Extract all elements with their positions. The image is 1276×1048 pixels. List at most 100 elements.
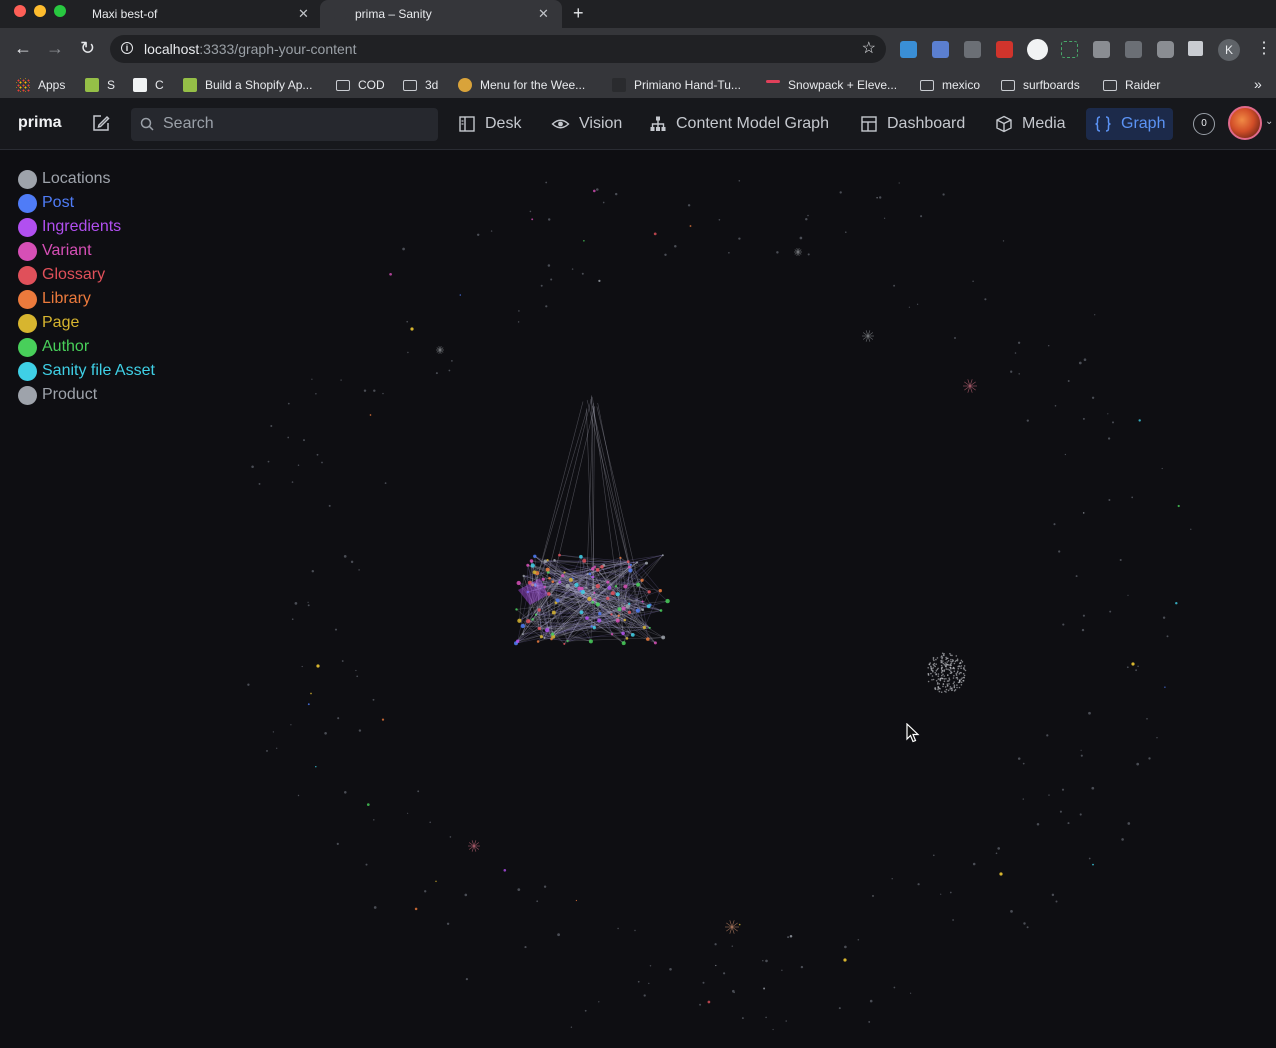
graph-node[interactable] <box>781 969 783 971</box>
graph-node[interactable] <box>592 625 596 630</box>
graph-node[interactable] <box>363 389 367 392</box>
graph-node[interactable] <box>954 337 956 339</box>
graph-node[interactable] <box>276 747 278 749</box>
graph-node[interactable] <box>762 959 764 962</box>
graph-node[interactable] <box>531 618 534 621</box>
graph-node[interactable] <box>665 598 670 604</box>
graph-node[interactable] <box>558 553 561 557</box>
graph-node[interactable] <box>615 618 620 623</box>
graph-node[interactable] <box>643 994 646 997</box>
legend-item[interactable]: Sanity file Asset <box>18 359 155 383</box>
graph-node[interactable] <box>581 272 584 275</box>
graph-node[interactable] <box>543 636 546 640</box>
legend-item[interactable]: Variant <box>18 239 155 263</box>
graph-node[interactable] <box>526 563 530 567</box>
graph-node[interactable] <box>321 461 323 464</box>
graph-node[interactable] <box>1083 358 1087 361</box>
bookmark-snowpack[interactable]: Snowpack + Eleve... <box>766 72 897 98</box>
graph-node[interactable] <box>287 436 290 439</box>
graph-node[interactable] <box>648 982 650 985</box>
graph-node[interactable] <box>647 590 651 594</box>
graph-node[interactable] <box>547 264 551 267</box>
graph-node[interactable] <box>699 1003 702 1006</box>
graph-node[interactable] <box>625 604 630 609</box>
graph-node[interactable] <box>1081 628 1085 632</box>
graph-node[interactable] <box>1082 614 1085 617</box>
node-cluster[interactable] <box>862 330 874 342</box>
graph-node[interactable] <box>1067 380 1070 382</box>
more-bookmarks-chevron-icon[interactable]: » <box>1254 76 1262 92</box>
graph-node[interactable] <box>536 640 540 643</box>
graph-node[interactable] <box>355 669 357 672</box>
close-tab-icon[interactable]: ✕ <box>298 6 309 22</box>
graph-node[interactable] <box>587 596 592 602</box>
node-cluster[interactable] <box>963 379 977 393</box>
graph-canvas[interactable]: Locations Post Ingredients Variant Glossary L… <box>0 150 1276 1048</box>
graph-node[interactable] <box>1002 240 1005 242</box>
graph-node[interactable] <box>1058 550 1061 553</box>
graph-node[interactable] <box>585 616 589 620</box>
graph-node[interactable] <box>272 731 275 733</box>
graph-node[interactable] <box>653 641 657 645</box>
node-cluster[interactable] <box>436 346 444 354</box>
graph-node[interactable] <box>707 1000 711 1004</box>
graph-node[interactable] <box>384 482 387 484</box>
graph-node[interactable] <box>532 570 537 575</box>
graph-node[interactable] <box>490 230 493 232</box>
graph-node[interactable] <box>553 558 556 562</box>
graph-node[interactable] <box>845 231 847 233</box>
graph-node[interactable] <box>857 938 860 941</box>
graph-node[interactable] <box>290 724 292 726</box>
graph-node[interactable] <box>1080 749 1082 751</box>
forward-arrow-icon[interactable]: → <box>46 38 64 59</box>
graph-node[interactable] <box>1108 499 1111 501</box>
graph-node[interactable] <box>1022 798 1025 800</box>
legend-item[interactable]: Product <box>18 383 155 407</box>
graph-node[interactable] <box>1026 419 1029 422</box>
graph-node[interactable] <box>595 602 600 607</box>
force-graph[interactable] <box>0 150 1276 1048</box>
graph-node[interactable] <box>557 933 560 937</box>
node-cluster[interactable] <box>468 840 480 852</box>
graph-node[interactable] <box>648 626 651 629</box>
graph-node[interactable] <box>414 907 418 911</box>
graph-node[interactable] <box>952 919 954 921</box>
graph-node[interactable] <box>336 842 339 846</box>
search-input[interactable]: Search <box>131 108 438 141</box>
graph-node[interactable] <box>435 372 438 375</box>
graph-node[interactable] <box>591 567 595 571</box>
graph-node[interactable] <box>617 607 622 612</box>
graph-node[interactable] <box>630 633 635 637</box>
graph-node[interactable] <box>641 600 644 603</box>
graph-node[interactable] <box>715 964 717 967</box>
graph-node[interactable] <box>1017 757 1021 760</box>
graph-node[interactable] <box>1177 504 1180 508</box>
graph-node[interactable] <box>1107 437 1111 440</box>
graph-node[interactable] <box>661 635 666 640</box>
graph-node[interactable] <box>1054 405 1057 407</box>
graph-node[interactable] <box>909 992 912 994</box>
graph-node[interactable] <box>610 591 615 596</box>
graph-node[interactable] <box>598 612 602 616</box>
graph-node[interactable] <box>555 598 560 603</box>
graph-node[interactable] <box>1022 762 1025 765</box>
graph-node[interactable] <box>984 298 987 301</box>
graph-node[interactable] <box>644 561 649 565</box>
graph-node[interactable] <box>621 641 626 646</box>
graph-node[interactable] <box>1082 512 1085 514</box>
graph-node[interactable] <box>1046 734 1049 737</box>
graph-node[interactable] <box>522 574 525 578</box>
graph-node[interactable] <box>381 718 385 721</box>
graph-node[interactable] <box>541 577 545 581</box>
graph-node[interactable] <box>658 589 662 593</box>
graph-node[interactable] <box>303 439 305 442</box>
back-arrow-icon[interactable]: ← <box>14 38 32 59</box>
graph-node[interactable] <box>1137 665 1139 668</box>
graph-node[interactable] <box>1146 718 1148 720</box>
extension-code-icon[interactable] <box>1093 41 1110 58</box>
graph-node[interactable] <box>358 729 362 732</box>
info-icon[interactable]: i <box>121 42 133 54</box>
close-tab-icon[interactable]: ✕ <box>538 6 549 22</box>
graph-node[interactable] <box>1127 594 1129 596</box>
graph-node[interactable] <box>1053 523 1056 526</box>
